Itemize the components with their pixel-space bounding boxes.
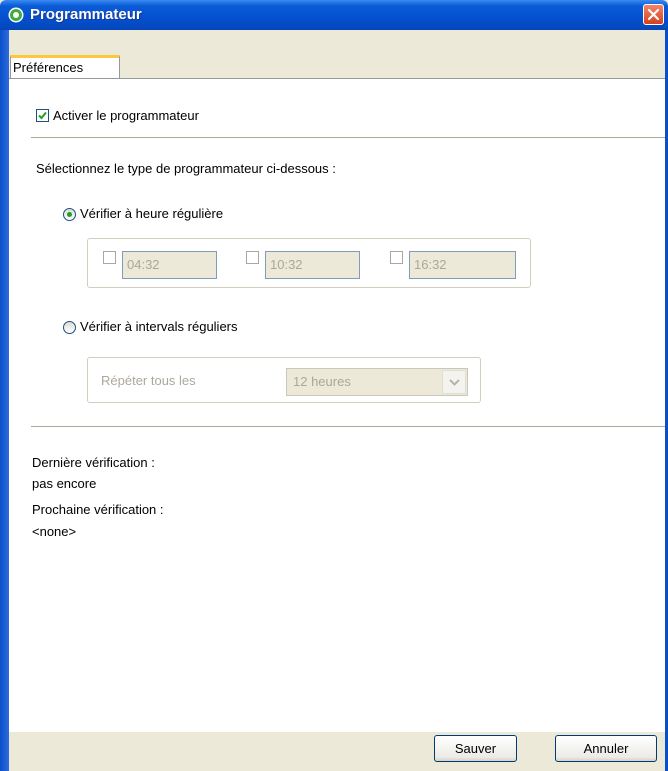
enable-label[interactable]: Activer le programmateur <box>53 108 199 123</box>
select-type-label: Sélectionnez le type de programmateur ci… <box>36 161 336 176</box>
repeat-select-value: 12 heures <box>293 374 351 389</box>
tab-preferences[interactable]: Préférences <box>10 55 120 79</box>
regular-interval-label[interactable]: Vérifier à intervals réguliers <box>80 319 238 334</box>
time-3-checkbox[interactable] <box>390 251 403 264</box>
time-2-input[interactable]: 10:32 <box>265 251 360 279</box>
app-icon <box>8 7 24 23</box>
close-button[interactable] <box>643 4 664 25</box>
scheduler-window: Programmateur Préférences Activer le pro… <box>0 0 668 771</box>
close-icon <box>647 8 660 21</box>
time-2-checkbox[interactable] <box>246 251 259 264</box>
checkmark-icon <box>38 111 47 120</box>
save-button[interactable]: Sauver <box>434 735 517 762</box>
cancel-button[interactable]: Annuler <box>555 735 657 762</box>
repeat-label: Répéter tous les <box>101 373 196 388</box>
radio-selected-dot <box>67 212 72 217</box>
chevron-down-icon <box>449 379 460 386</box>
divider <box>31 137 665 138</box>
divider <box>31 426 665 427</box>
regular-interval-radio[interactable] <box>63 321 76 334</box>
time-3-input[interactable]: 16:32 <box>409 251 516 279</box>
last-check-value: pas encore <box>32 476 97 491</box>
dropdown-arrow[interactable] <box>442 370 466 394</box>
time-1-checkbox[interactable] <box>103 251 116 264</box>
regular-time-label[interactable]: Vérifier à heure régulière <box>80 206 223 221</box>
next-check-value: <none> <box>32 524 77 539</box>
window-frame-left <box>0 30 9 771</box>
last-check-label: Dernière vérification : <box>32 455 155 470</box>
regular-time-radio[interactable] <box>63 208 76 221</box>
repeat-select[interactable]: 12 heures <box>286 368 468 396</box>
window-title: Programmateur <box>30 6 142 23</box>
preferences-panel: Activer le programmateur Sélectionnez le… <box>9 78 665 733</box>
button-bar: Sauver Annuler <box>9 732 665 771</box>
next-check-label: Prochaine vérification : <box>32 502 164 517</box>
enable-checkbox[interactable] <box>36 109 49 122</box>
title-bar[interactable]: Programmateur <box>0 0 668 30</box>
time-1-input[interactable]: 04:32 <box>122 251 217 279</box>
